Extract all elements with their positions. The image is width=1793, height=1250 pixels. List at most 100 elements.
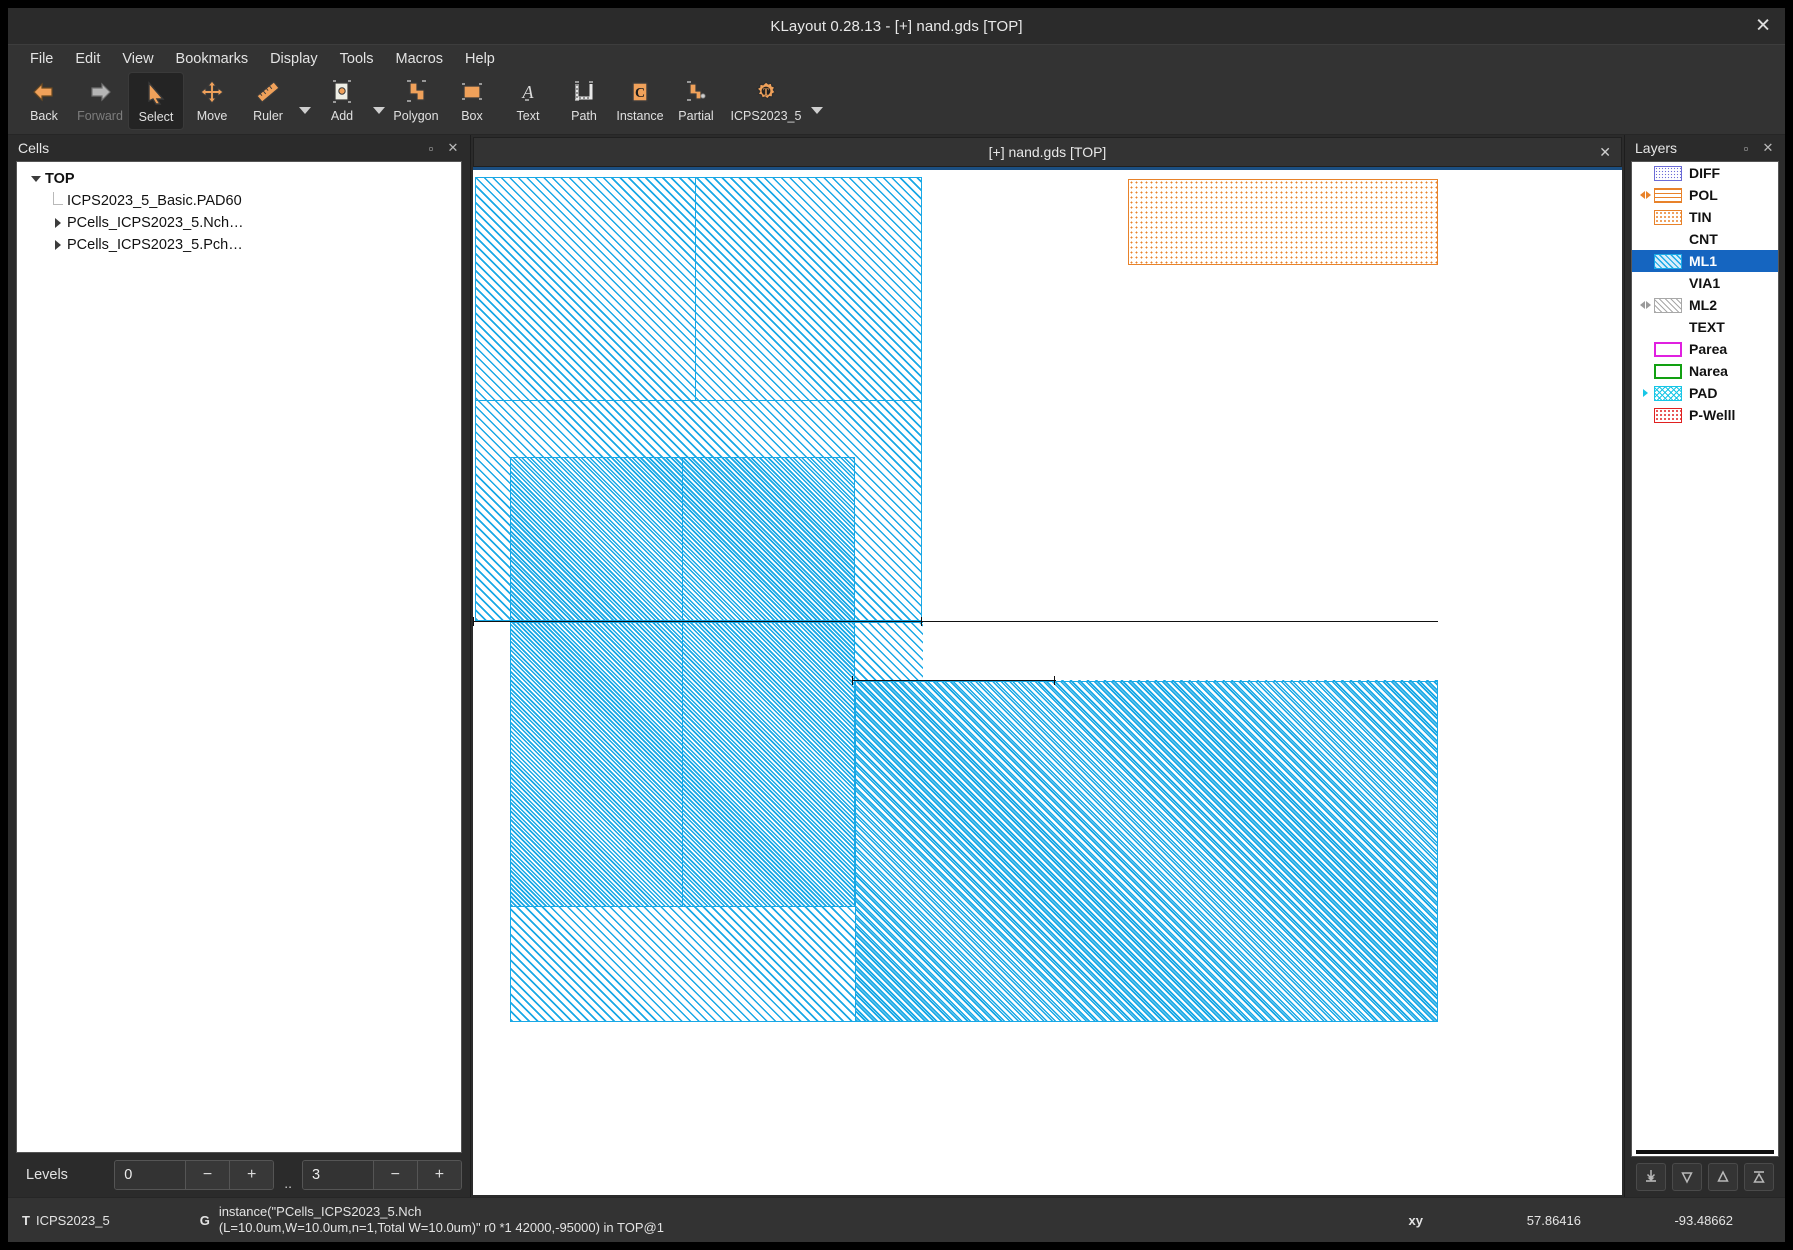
menu-item-help[interactable]: Help	[455, 48, 505, 70]
cells-close-button[interactable]: ✕	[442, 138, 464, 158]
layer-swatch-icon[interactable]	[1654, 165, 1682, 181]
layout-view-tab[interactable]: [+] nand.gds [TOP] ✕	[473, 137, 1622, 167]
layer-row-parea[interactable]: Parea	[1632, 338, 1778, 360]
menu-bar: File Edit View Bookmarks Display Tools M…	[8, 44, 1785, 72]
layer-row-cnt[interactable]: CNT	[1632, 228, 1778, 250]
layout-view-tab-close-icon[interactable]: ✕	[1599, 144, 1611, 161]
layer-row-via1[interactable]: VIA1	[1632, 272, 1778, 294]
toolbar-instance-label: Instance	[616, 109, 664, 123]
layer-row-diff[interactable]: DIFF	[1632, 162, 1778, 184]
cell-tree-item-pad60[interactable]: ICPS2023_5_Basic.PAD60	[17, 190, 461, 212]
menu-item-display[interactable]: Display	[260, 48, 328, 70]
layer-swatch-icon[interactable]	[1654, 253, 1682, 269]
toolbar-back-button[interactable]: Back	[16, 72, 72, 130]
toolbar-add-button[interactable]: Add	[314, 72, 370, 130]
layer-name: ML2	[1689, 297, 1717, 313]
move-to-bottom-icon[interactable]	[1636, 1163, 1666, 1191]
menu-item-tools[interactable]: Tools	[330, 48, 384, 70]
expand-triangle-down-icon[interactable]	[27, 176, 45, 182]
cells-float-button[interactable]: ▫	[420, 138, 442, 158]
levels-to-stepper[interactable]: 3 − +	[302, 1160, 462, 1190]
layer-swatch-icon[interactable]	[1654, 407, 1682, 423]
layer-row-narea[interactable]: Narea	[1632, 360, 1778, 382]
ruler-dropdown-arrow[interactable]	[296, 72, 314, 130]
layer-row-text[interactable]: TEXT	[1632, 316, 1778, 338]
layers-float-button[interactable]: ▫	[1735, 138, 1757, 158]
window-title: KLayout 0.28.13 - [+] nand.gds [TOP]	[770, 17, 1023, 35]
move-down-icon[interactable]	[1672, 1163, 1702, 1191]
toolbar-technology-button[interactable]: T ICPS2023_5	[724, 72, 808, 130]
cell-tree-item-pch[interactable]: PCells_ICPS2023_5.Pch…	[17, 234, 461, 256]
geometry-badge: G	[199, 1212, 210, 1228]
layer-swatch-icon[interactable]	[1654, 209, 1682, 225]
layer-swatch-icon[interactable]	[1654, 363, 1682, 379]
menu-item-bookmarks[interactable]: Bookmarks	[166, 48, 259, 70]
levels-to-minus-button[interactable]: −	[372, 1161, 417, 1189]
cell-tree-item-nch[interactable]: PCells_ICPS2023_5.Nch…	[17, 212, 461, 234]
layer-row-pol[interactable]: POL	[1632, 184, 1778, 206]
toolbar-box-label: Box	[461, 109, 483, 123]
levels-from-stepper[interactable]: 0 − +	[114, 1160, 275, 1190]
toolbar-move-label: Move	[196, 109, 228, 123]
levels-from-value[interactable]: 0	[115, 1161, 186, 1189]
main-area: Cells ▫ ✕ TOP ICPS2023_5_Basic.PAD60 PCe…	[8, 135, 1785, 1197]
levels-to-plus-button[interactable]: +	[416, 1161, 461, 1189]
layer-row-ml2[interactable]: ML2	[1632, 294, 1778, 316]
add-dropdown-arrow[interactable]	[370, 72, 388, 130]
toolbar-select-button[interactable]: Select	[128, 72, 184, 130]
toolbar-ruler-button[interactable]: Ruler	[240, 72, 296, 130]
move-up-icon[interactable]	[1708, 1163, 1738, 1191]
cells-tree-container[interactable]: TOP ICPS2023_5_Basic.PAD60 PCells_ICPS20…	[16, 161, 462, 1153]
expand-triangle-right-icon[interactable]	[49, 240, 67, 250]
layer-row-pwell[interactable]: P-Welll	[1632, 404, 1778, 426]
window-close-button[interactable]: ✕	[1755, 17, 1771, 36]
technology-dropdown-arrow[interactable]	[808, 72, 826, 130]
layer-swatch-icon[interactable]	[1654, 232, 1682, 247]
toolbar-instance-button[interactable]: C Instance	[612, 72, 668, 130]
layout-marker-line-mid	[852, 680, 1056, 681]
toolbar-forward-button[interactable]: Forward	[72, 72, 128, 130]
levels-from-minus-button[interactable]: −	[185, 1161, 230, 1189]
technology-name[interactable]: ICPS2023_5	[36, 1213, 200, 1228]
layer-swatch-icon[interactable]	[1654, 341, 1682, 357]
svg-text:A: A	[522, 82, 535, 102]
menu-item-macros[interactable]: Macros	[385, 48, 453, 70]
toolbar-move-button[interactable]: Move	[184, 72, 240, 130]
levels-from-plus-button[interactable]: +	[229, 1161, 274, 1189]
move-to-top-icon[interactable]	[1744, 1163, 1774, 1191]
toolbar-text-button[interactable]: A Text	[500, 72, 556, 130]
layer-name: Parea	[1689, 341, 1728, 357]
menu-item-view[interactable]: View	[112, 48, 163, 70]
layer-swatch-icon[interactable]	[1654, 385, 1682, 401]
toolbar-path-button[interactable]: Path	[556, 72, 612, 130]
toolbar-polygon-button[interactable]: Polygon	[388, 72, 444, 130]
layer-name: VIA1	[1689, 275, 1721, 291]
expand-triangle-right-icon[interactable]	[49, 218, 67, 228]
menu-item-edit[interactable]: Edit	[65, 48, 110, 70]
cell-tree-label: PCells_ICPS2023_5.Nch…	[67, 215, 244, 231]
layer-swatch-icon[interactable]	[1654, 187, 1682, 203]
layer-arrows[interactable]	[1636, 301, 1654, 309]
layer-name: PAD	[1689, 385, 1718, 401]
layer-swatch-icon[interactable]	[1654, 320, 1682, 335]
toolbar-partial-button[interactable]: Partial	[668, 72, 724, 130]
layer-arrows[interactable]	[1636, 191, 1654, 199]
layer-row-tin[interactable]: TIN	[1632, 206, 1778, 228]
levels-to-value[interactable]: 3	[303, 1161, 373, 1189]
layer-swatch-icon[interactable]	[1654, 276, 1682, 291]
tree-elbow-icon	[49, 192, 67, 210]
layers-horizontal-scrollbar[interactable]	[1636, 1150, 1774, 1154]
menu-item-file[interactable]: File	[20, 48, 63, 70]
layer-row-ml1[interactable]: ML1	[1632, 250, 1778, 272]
layer-swatch-icon[interactable]	[1654, 297, 1682, 313]
cell-tree-item-top[interactable]: TOP	[17, 168, 461, 190]
layers-panel: Layers ▫ ✕ DIFF POL TIN CNT ML1 VIA1 ML2…	[1624, 135, 1785, 1197]
layout-canvas[interactable]	[473, 167, 1622, 1195]
toolbar-box-button[interactable]: Box	[444, 72, 500, 130]
layer-arrows[interactable]	[1636, 389, 1654, 397]
toolbar-path-label: Path	[571, 109, 597, 123]
layers-close-button[interactable]: ✕	[1757, 138, 1779, 158]
layers-list[interactable]: DIFF POL TIN CNT ML1 VIA1 ML2 TEXT Parea…	[1631, 161, 1779, 1157]
toolbar-partial-label: Partial	[678, 109, 714, 123]
layer-row-pad[interactable]: PAD	[1632, 382, 1778, 404]
